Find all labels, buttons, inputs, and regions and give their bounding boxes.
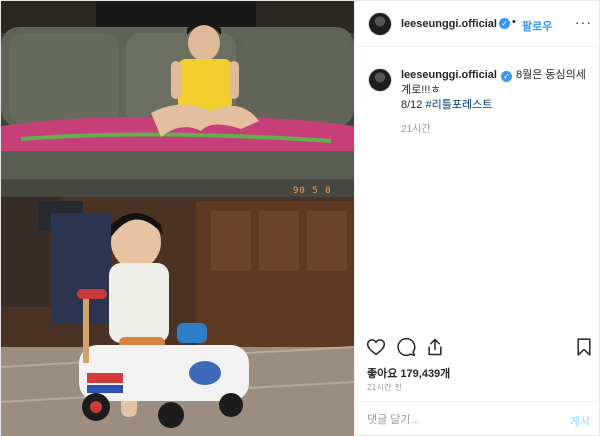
comment-input[interactable] [367,410,557,430]
caption-username[interactable]: leeseunggi.official [401,69,497,81]
more-options-icon[interactable]: ··· [575,14,592,30]
caption-time: 21시간 [401,124,431,135]
caption-verified-badge-icon: ✓ [500,71,512,82]
verified-badge-icon: ✓ [499,18,510,29]
post-comment-button[interactable]: 게시 [570,413,590,429]
photo-bottom-child-on-ride-on-car [1,197,354,436]
posted-time[interactable]: 21시간 전 [367,382,402,393]
caption-avatar[interactable] [368,68,392,92]
post-caption: leeseunggi.official ✓ 8월은 동심의세계로!!!ㅎ 8/12 … [355,47,600,337]
header-separator: • [512,16,516,28]
share-icon[interactable] [425,337,445,357]
caption-hashtag-link[interactable]: #리틀포레스트 [425,99,492,111]
post-actions [355,337,600,361]
photo-date-stamp: 90 5 8 [293,186,332,196]
instagram-post: 90 5 8 leeseunggi.official ✓ • 팔로우 ··· l… [0,0,600,436]
avatar[interactable] [368,12,392,36]
heart-icon[interactable] [366,337,386,357]
post-header: leeseunggi.official ✓ • 팔로우 ··· [355,1,600,47]
caption-text: leeseunggi.official ✓ 8월은 동심의세계로!!!ㅎ 8/12 … [401,68,591,113]
photo-top-child-on-sofa [1,1,354,197]
comment-box: 게시 [355,401,600,436]
header-username[interactable]: leeseunggi.official [401,18,497,30]
post-photo[interactable]: 90 5 8 [1,1,354,436]
bookmark-icon[interactable] [574,337,594,357]
caption-date-prefix: 8/12 [401,99,423,111]
follow-button[interactable]: 팔로우 [522,18,552,34]
comment-icon[interactable] [396,337,416,357]
post-side-panel: leeseunggi.official ✓ • 팔로우 ··· leeseung… [354,1,600,436]
like-count[interactable]: 좋아요 179,439개 [367,365,450,381]
